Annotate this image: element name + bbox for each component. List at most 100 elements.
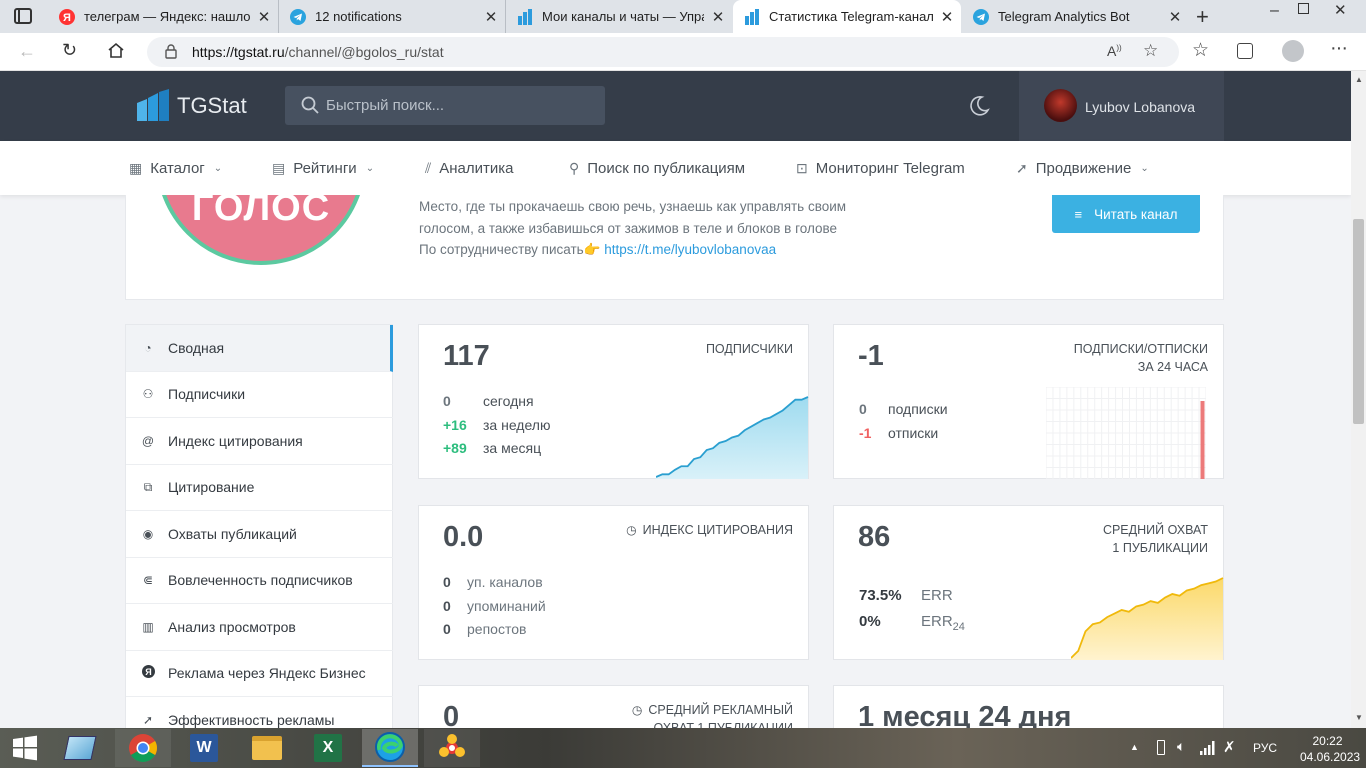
user-menu[interactable]: Lyubov Lobanova bbox=[1019, 71, 1224, 141]
app-icon[interactable] bbox=[424, 729, 480, 767]
stat-label: за неделю bbox=[483, 417, 551, 433]
tab-title: 12 notifications bbox=[315, 9, 402, 24]
description-line: голосом, а также избавишься от зажимов в… bbox=[419, 220, 838, 236]
windows-taskbar: W X ▲ 🔈︎ ✗ РУС 20:22 04.06.2023 bbox=[0, 728, 1366, 768]
close-icon[interactable]: ✕ bbox=[933, 8, 961, 26]
tab-channel-stats[interactable]: Статистика Telegram-канала " ✕ bbox=[733, 0, 961, 33]
tray-chevron-icon[interactable]: ▲ bbox=[1130, 742, 1139, 752]
profile-icon[interactable] bbox=[1282, 40, 1304, 62]
add-favorite-icon[interactable]: ☆ bbox=[1143, 41, 1158, 61]
scroll-up-icon[interactable]: ▲ bbox=[1355, 75, 1363, 84]
engagement-icon: ⋐ bbox=[142, 573, 154, 588]
logo-text[interactable]: TGStat bbox=[177, 93, 247, 119]
tab-telegram-notifications[interactable]: 12 notifications ✕ bbox=[279, 0, 506, 33]
notepad-icon[interactable] bbox=[52, 729, 108, 767]
new-tab-icon[interactable]: + bbox=[1196, 4, 1209, 30]
rocket-icon: ➚ bbox=[1016, 159, 1028, 176]
close-icon[interactable]: ✕ bbox=[477, 8, 505, 26]
avatar bbox=[1044, 89, 1077, 122]
err24-value: 0% bbox=[859, 613, 881, 630]
clock[interactable]: 20:22 04.06.2023 bbox=[1300, 733, 1360, 765]
stat-label: отписки bbox=[888, 425, 939, 441]
nav-catalog[interactable]: ▦ Каталог ⌄ bbox=[129, 141, 222, 195]
file-explorer-icon[interactable] bbox=[239, 729, 295, 767]
close-icon[interactable]: ✕ bbox=[250, 8, 278, 26]
sidebar-item-views-analysis[interactable]: ▥ Анализ просмотров bbox=[126, 604, 393, 651]
label-text: индекс цитирования bbox=[642, 523, 793, 537]
scrollbar-thumb[interactable] bbox=[1353, 219, 1364, 424]
moon-icon[interactable] bbox=[968, 95, 990, 122]
nav-post-search[interactable]: ⚲ Поиск по публикациям bbox=[569, 141, 745, 195]
sidebar-item-label: Сводная bbox=[168, 339, 225, 356]
channel-description: Место, где ты прокачаешь свою речь, узна… bbox=[419, 196, 939, 261]
subscribers-trend-chart bbox=[656, 396, 809, 479]
tab-title: Telegram Analytics Bot bbox=[998, 9, 1130, 24]
nav-ratings[interactable]: ▤ Рейтинги ⌄ bbox=[272, 141, 374, 195]
sidebar-item-subscribers[interactable]: ⚇ Подписчики bbox=[126, 372, 393, 418]
eye-icon: ◉ bbox=[142, 526, 154, 541]
quote-icon: ⧉ bbox=[143, 479, 153, 494]
average-reach-card: 86 средний охват 1 публикации 73.5% ERR 0%… bbox=[833, 505, 1224, 660]
subscribers-card: 117 подписчики 0 сегодня +16 за неделю +89… bbox=[418, 324, 809, 479]
address-bar: ← ↻ https://tgstat.ru/channel/@bgolos_ru… bbox=[0, 33, 1366, 71]
sidebar-item-citations[interactable]: ⧉ Цитирование bbox=[126, 465, 393, 511]
nav-label: Каталог bbox=[150, 159, 205, 177]
url-field[interactable]: https://tgstat.ru/channel/@bgolos_ru/sta… bbox=[147, 37, 1179, 67]
sidebar-item-engagement[interactable]: ⋐ Вовлеченность подписчиков bbox=[126, 558, 393, 604]
refresh-icon[interactable]: ↻ bbox=[62, 40, 77, 61]
sidebar-item-summary[interactable]: ◔ Сводная bbox=[126, 325, 393, 372]
nav-label: Поиск по публикациям bbox=[587, 159, 746, 177]
network-icon[interactable] bbox=[1200, 739, 1216, 760]
scroll-down-icon[interactable]: ▼ bbox=[1355, 713, 1363, 722]
close-icon[interactable]: ✕ bbox=[1161, 8, 1189, 26]
users-icon: ⚇ bbox=[142, 387, 154, 402]
more-icon[interactable]: ··· bbox=[1330, 37, 1348, 60]
tab-yandex[interactable]: Я телеграм — Яндекс: нашлось ✕ bbox=[48, 0, 279, 33]
restore-icon[interactable] bbox=[1298, 3, 1309, 14]
tab-actions-icon[interactable] bbox=[14, 8, 32, 24]
edge-icon[interactable] bbox=[362, 729, 418, 767]
stat-value: 0 bbox=[859, 401, 867, 417]
ad-reach-value: 0 bbox=[443, 701, 460, 728]
minimize-icon[interactable]: – bbox=[1270, 2, 1279, 20]
word-icon[interactable]: W bbox=[176, 729, 232, 767]
contact-link[interactable]: https://t.me/lyubovlobanovaa bbox=[604, 242, 776, 257]
close-icon[interactable]: ✕ bbox=[704, 8, 732, 26]
err24-label: ERR24 bbox=[921, 613, 965, 633]
collections-icon[interactable] bbox=[1237, 43, 1253, 59]
sidebar-item-label: Подписчики bbox=[168, 386, 246, 403]
tab-my-channels[interactable]: Мои каналы и чаты — Управл ✕ bbox=[506, 0, 732, 33]
channel-age-card: 1 месяц 24 дня bbox=[833, 685, 1224, 728]
tgstat-logo-icon[interactable] bbox=[137, 89, 169, 126]
home-icon[interactable] bbox=[107, 42, 125, 64]
battery-icon[interactable] bbox=[1157, 740, 1165, 755]
read-channel-button[interactable]: ≡ Читать канал bbox=[1052, 195, 1200, 233]
quick-search-input[interactable]: Быстрый поиск... bbox=[285, 86, 605, 125]
net-change-value: -1 bbox=[858, 340, 884, 372]
nav-promotion[interactable]: ➚ Продвижение ⌄ bbox=[1016, 141, 1149, 195]
read-aloud-icon[interactable]: A)) bbox=[1107, 43, 1122, 59]
no-network-icon[interactable]: ✗ bbox=[1223, 738, 1236, 756]
sidebar-item-citation-index[interactable]: @ Индекс цитирования bbox=[126, 418, 393, 465]
citation-index-card: 0.0 ◷ индекс цитирования 0 уп. каналов 0 уп… bbox=[418, 505, 809, 660]
label-line: средний охват bbox=[1102, 523, 1208, 537]
volume-icon[interactable]: 🔈︎ bbox=[1177, 738, 1185, 755]
windows-start-icon[interactable] bbox=[0, 729, 50, 767]
url-path: /channel/@bgolos_ru/stat bbox=[284, 44, 444, 60]
sidebar-item-yandex-ads[interactable]: Я Реклама через Яндекс Бизнес bbox=[126, 651, 393, 697]
language-indicator[interactable]: РУС bbox=[1253, 741, 1277, 755]
sidebar-item-post-reach[interactable]: ◉ Охваты публикаций bbox=[126, 511, 393, 558]
analytics-icon: ⫽ bbox=[425, 159, 432, 176]
nav-monitoring[interactable]: ⊡ Мониторинг Telegram bbox=[796, 141, 965, 195]
favorites-icon[interactable]: ☆ bbox=[1192, 39, 1209, 62]
window-close-icon[interactable]: ✕ bbox=[1334, 1, 1347, 19]
back-icon[interactable]: ← bbox=[18, 41, 36, 62]
stat-label: за месяц bbox=[483, 440, 542, 456]
excel-icon[interactable]: X bbox=[300, 729, 356, 767]
browser-tab-strip: Я телеграм — Яндекс: нашлось ✕ 12 notifi… bbox=[0, 0, 1366, 33]
page-scrollbar[interactable]: ▲ ▼ bbox=[1351, 71, 1366, 728]
bar-chart-icon: ▥ bbox=[142, 619, 154, 634]
tab-analytics-bot[interactable]: Telegram Analytics Bot ✕ bbox=[962, 0, 1189, 33]
nav-analytics[interactable]: ⫽ Аналитика bbox=[425, 141, 514, 195]
chrome-icon[interactable] bbox=[115, 729, 171, 767]
